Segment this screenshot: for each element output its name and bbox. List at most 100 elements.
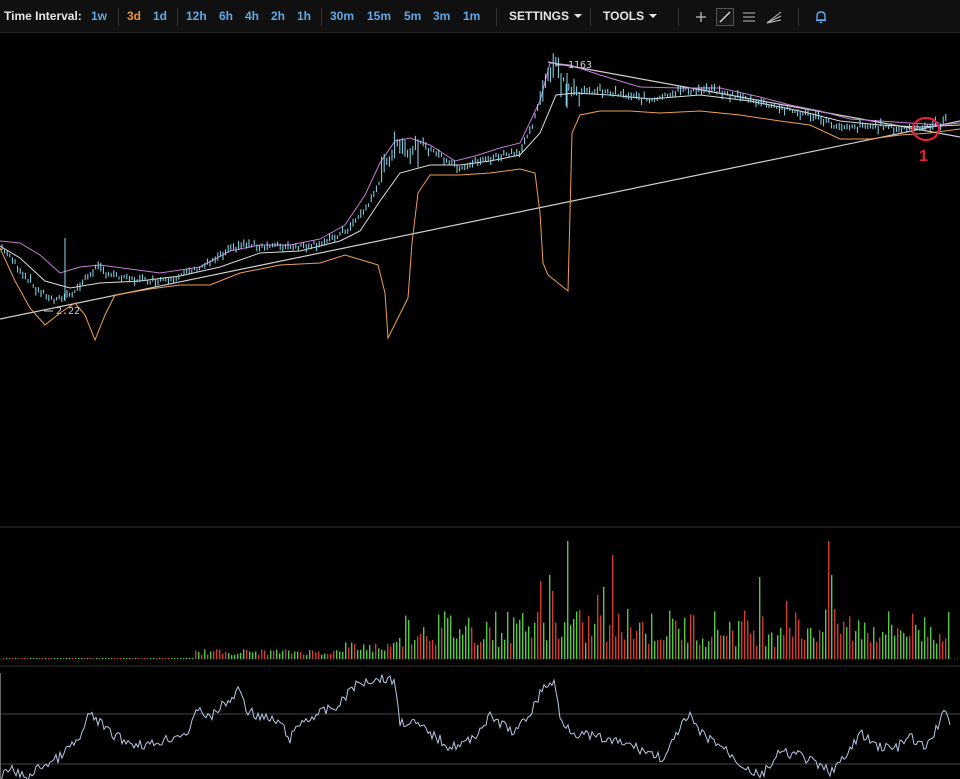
- volume-bar: [930, 626, 932, 659]
- interval-3m[interactable]: 3m: [433, 9, 450, 23]
- volume-bar: [135, 658, 137, 659]
- volume-bar: [888, 611, 890, 659]
- volume-bar: [528, 626, 530, 659]
- volume-bar: [816, 642, 818, 659]
- volume-bar: [918, 629, 920, 659]
- volume-bar: [381, 649, 383, 659]
- volume-bar: [270, 650, 272, 659]
- volume-bar: [297, 651, 299, 659]
- volume-bar: [456, 638, 458, 659]
- chevron-down-icon: [649, 14, 658, 18]
- volume-bar: [24, 658, 26, 659]
- volume-bar: [753, 630, 755, 659]
- volume-bar: [66, 658, 68, 659]
- volume-bar: [126, 658, 128, 659]
- tools-menu-button[interactable]: TOOLS: [603, 9, 658, 23]
- fan-icon[interactable]: [765, 8, 783, 26]
- interval-30m[interactable]: 30m: [330, 9, 354, 23]
- volume-bar: [882, 632, 884, 659]
- volume-bar: [72, 658, 74, 659]
- volume-bar: [357, 650, 359, 659]
- volume-bar: [693, 615, 695, 659]
- crosshair-icon[interactable]: [692, 8, 710, 26]
- interval-1m[interactable]: 1m: [463, 9, 480, 23]
- interval-1w[interactable]: 1w: [91, 9, 107, 23]
- interval-5m[interactable]: 5m: [404, 9, 421, 23]
- interval-12h[interactable]: 12h: [186, 9, 207, 23]
- volume-bar: [438, 614, 440, 659]
- volume-bar: [780, 627, 782, 659]
- volume-bar: [570, 625, 572, 659]
- volume-bar: [264, 650, 266, 659]
- volume-bar: [444, 611, 446, 659]
- chart-toolbar: Time Interval: 1w 3d 1d 12h 6h 4h 2h 1h …: [0, 0, 960, 33]
- interval-1d[interactable]: 1d: [153, 9, 167, 23]
- volume-bar: [210, 651, 212, 659]
- interval-6h[interactable]: 6h: [219, 9, 233, 23]
- horizontal-lines-icon[interactable]: [740, 8, 758, 26]
- volume-bar: [96, 658, 98, 659]
- volume-bar: [738, 620, 740, 659]
- volume-bar: [111, 658, 113, 659]
- volume-bar: [876, 642, 878, 659]
- volume-bar: [915, 624, 917, 659]
- volume-bar: [69, 658, 71, 659]
- volume-bar: [147, 658, 149, 659]
- volume-bar: [924, 617, 926, 659]
- volume-bar: [525, 631, 527, 659]
- volume-bar: [561, 636, 563, 659]
- volume-bar: [813, 637, 815, 659]
- volume-bar: [939, 634, 941, 659]
- volume-bar: [777, 635, 779, 659]
- interval-3d[interactable]: 3d: [127, 9, 141, 23]
- volume-bar: [159, 658, 161, 659]
- volume-bar: [669, 610, 671, 659]
- volume-bar: [252, 652, 254, 659]
- volume-bar: [33, 658, 35, 659]
- price-candles: [1, 53, 947, 304]
- volume-bar: [663, 640, 665, 659]
- volume-bar: [285, 649, 287, 659]
- volume-bar: [786, 601, 788, 659]
- separator: [798, 8, 799, 26]
- interval-2h[interactable]: 2h: [271, 9, 285, 23]
- volume-bar: [702, 638, 704, 659]
- volume-bar: [522, 613, 524, 659]
- volume-bar: [501, 633, 503, 659]
- volume-bar: [564, 622, 566, 659]
- interval-15m[interactable]: 15m: [367, 9, 391, 23]
- volume-bar: [78, 658, 80, 659]
- volume-bar: [180, 658, 182, 659]
- moving-average-line: [0, 92, 960, 289]
- volume-bar: [699, 644, 701, 659]
- volume-bar: [810, 627, 812, 659]
- volume-bar: [231, 654, 233, 659]
- volume-bar: [933, 639, 935, 659]
- interval-4h[interactable]: 4h: [245, 9, 259, 23]
- volume-bar: [666, 636, 668, 659]
- volume-bar: [42, 658, 44, 659]
- interval-1h[interactable]: 1h: [297, 9, 311, 23]
- volume-bar: [864, 622, 866, 659]
- volume-bar: [9, 658, 11, 659]
- volume-bar: [768, 634, 770, 659]
- volume-bar: [315, 652, 317, 659]
- volume-bar: [654, 641, 656, 659]
- volume-bar: [828, 541, 830, 659]
- volume-bar: [63, 658, 65, 659]
- alert-bell-icon[interactable]: [812, 8, 830, 26]
- volume-bar: [609, 625, 611, 659]
- volume-bar: [186, 658, 188, 659]
- separator: [177, 8, 178, 26]
- volume-panel: [0, 541, 960, 660]
- volume-bar: [84, 658, 86, 659]
- time-interval-label: Time Interval:: [4, 9, 82, 23]
- volume-bar: [273, 650, 275, 659]
- volume-bar: [489, 627, 491, 659]
- price-chart-area[interactable]: 1163 2.22: [0, 33, 960, 779]
- volume-bar: [927, 636, 929, 659]
- trendline-icon[interactable]: [716, 8, 734, 26]
- volume-bar: [81, 658, 83, 659]
- settings-menu-button[interactable]: SETTINGS: [509, 9, 583, 23]
- volume-bar: [885, 634, 887, 659]
